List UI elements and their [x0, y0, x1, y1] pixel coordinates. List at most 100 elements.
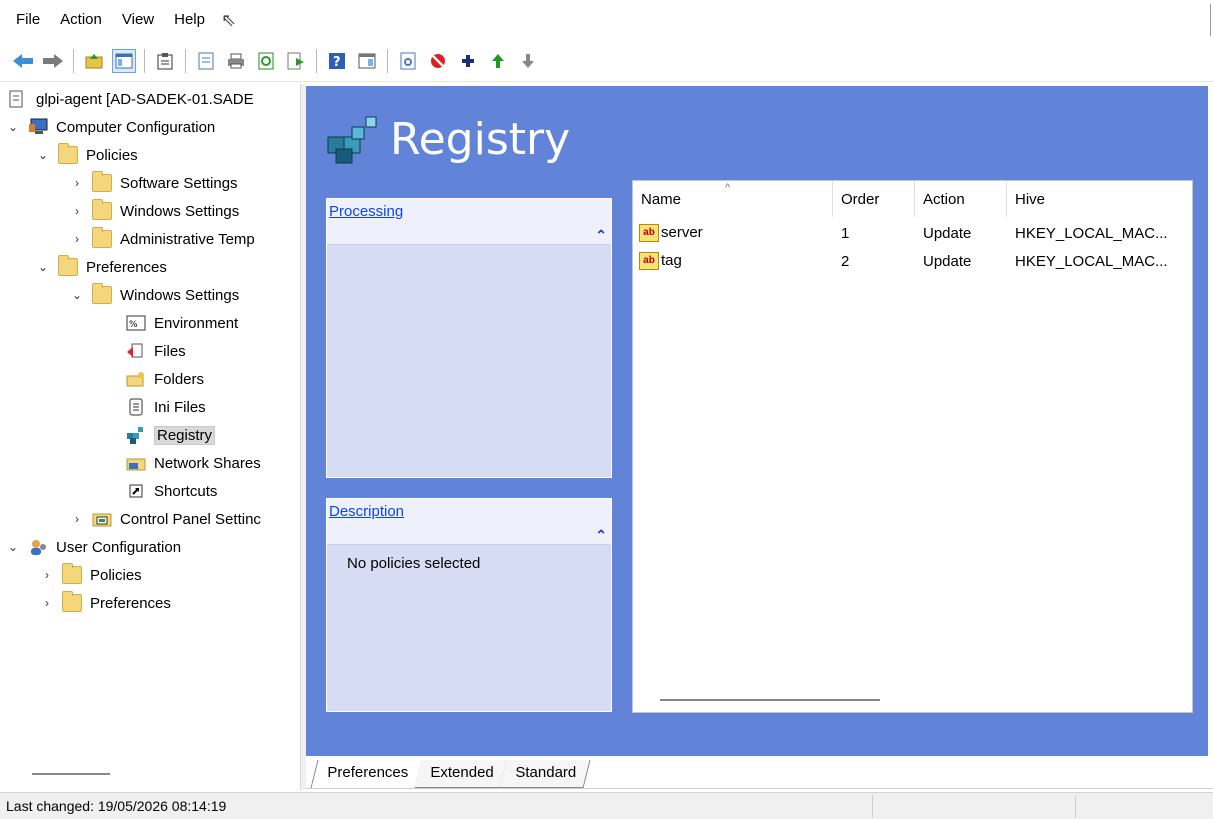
- control-panel-icon: [92, 510, 112, 528]
- folder-icon: [92, 227, 112, 248]
- tree-item-pref-windows-settings[interactable]: ⌄ Windows Settings: [70, 282, 239, 308]
- column-header-order[interactable]: Order: [833, 181, 915, 217]
- menu-view[interactable]: View: [112, 0, 164, 40]
- folder-icon: [92, 283, 112, 304]
- column-header-action[interactable]: Action: [915, 181, 1007, 217]
- tree-item-policies[interactable]: ⌄ Policies: [36, 142, 138, 168]
- chevron-up-icon[interactable]: ⌃: [595, 527, 607, 544]
- refresh-icon[interactable]: [254, 49, 278, 73]
- menu-help[interactable]: Help: [164, 0, 215, 40]
- up-folder-icon[interactable]: [82, 49, 106, 73]
- registry-string-icon: ab: [639, 252, 659, 271]
- toolbar-separator: [144, 48, 145, 73]
- tree-label: Preferences: [86, 258, 167, 276]
- tab-preferences[interactable]: Preferences: [310, 760, 423, 788]
- export-list-icon[interactable]: [284, 49, 308, 73]
- description-header: Description ⌃: [327, 499, 611, 545]
- tree-label: Files: [154, 342, 186, 360]
- tree-item-environment[interactable]: % Environment: [126, 310, 238, 336]
- chevron-down-icon[interactable]: ⌄: [70, 288, 84, 302]
- tree-horizontal-scrollbar[interactable]: [32, 773, 110, 775]
- tab-standard[interactable]: Standard: [499, 760, 591, 788]
- tree-item-user-preferences[interactable]: › Preferences: [40, 590, 171, 616]
- tree-item-network-shares[interactable]: Network Shares: [126, 450, 261, 476]
- chevron-up-icon[interactable]: ⌃: [595, 227, 607, 244]
- tree-item-ini-files[interactable]: Ini Files: [126, 394, 206, 420]
- tree-item-root[interactable]: glpi-agent [AD-SADEK-01.SADE: [8, 86, 254, 112]
- tree-item-administrative-templates[interactable]: › Administrative Temp: [70, 226, 255, 252]
- chevron-down-icon[interactable]: ⌄: [36, 148, 50, 162]
- chevron-right-icon[interactable]: ›: [40, 596, 54, 610]
- chevron-down-icon[interactable]: ⌄: [36, 260, 50, 274]
- registry-details-panel: Registry Processing ⌃ Description ⌃ No p…: [306, 86, 1208, 756]
- tree-item-files[interactable]: Files: [126, 338, 186, 364]
- files-icon: [126, 342, 146, 360]
- column-header-hive[interactable]: Hive: [1007, 181, 1192, 217]
- folder-icon: [62, 563, 82, 584]
- tree-item-control-panel-settings[interactable]: › Control Panel Settinc: [70, 506, 261, 532]
- properties-icon[interactable]: [194, 49, 218, 73]
- window-edge: [1210, 4, 1211, 36]
- chevron-right-icon[interactable]: ›: [40, 568, 54, 582]
- menu-file[interactable]: File: [6, 0, 50, 40]
- list-item[interactable]: ab tag 2 Update HKEY_LOCAL_MAC...: [633, 247, 1192, 275]
- console-tree-icon[interactable]: [355, 49, 379, 73]
- preview-icon[interactable]: [396, 49, 420, 73]
- tree-item-shortcuts[interactable]: Shortcuts: [126, 478, 217, 504]
- folder-icon: [58, 143, 78, 164]
- show-hide-tree-icon[interactable]: [112, 48, 136, 73]
- tab-extended[interactable]: Extended: [414, 760, 508, 788]
- item-order: 1: [841, 224, 850, 242]
- list-horizontal-scrollbar[interactable]: [660, 699, 880, 701]
- tree-label: Ini Files: [154, 398, 206, 416]
- stop-icon[interactable]: [426, 49, 450, 73]
- shortcut-icon: [126, 482, 146, 500]
- status-separator: [1075, 795, 1076, 818]
- chevron-right-icon[interactable]: ›: [70, 204, 84, 218]
- tree-item-windows-settings[interactable]: › Windows Settings: [70, 198, 239, 224]
- chevron-right-icon[interactable]: ›: [70, 176, 84, 190]
- menu-action[interactable]: Action: [50, 0, 112, 40]
- tree-item-software-settings[interactable]: › Software Settings: [70, 170, 238, 196]
- description-box: Description ⌃ No policies selected: [326, 498, 612, 712]
- menu-bar: File Action View Help ⇖: [0, 0, 1213, 40]
- back-icon[interactable]: [11, 49, 35, 73]
- folder-icon: [62, 591, 82, 612]
- move-down-icon[interactable]: [516, 49, 540, 73]
- description-link[interactable]: Description: [329, 503, 404, 520]
- tree-item-folders[interactable]: Folders: [126, 366, 204, 392]
- tree-item-registry[interactable]: Registry: [126, 422, 216, 448]
- chevron-down-icon[interactable]: ⌄: [6, 120, 20, 134]
- gpo-document-icon: [8, 90, 28, 108]
- print-icon[interactable]: [224, 49, 248, 73]
- list-item[interactable]: ab server 1 Update HKEY_LOCAL_MAC...: [633, 219, 1192, 247]
- network-share-icon: [126, 454, 146, 472]
- folders-icon: [126, 370, 146, 388]
- tree-label: User Configuration: [56, 538, 182, 556]
- chevron-down-icon[interactable]: ⌄: [6, 540, 20, 554]
- forward-icon[interactable]: [41, 49, 65, 73]
- page-title: Registry: [390, 114, 571, 165]
- tree-item-computer-configuration[interactable]: ⌄ Computer Configuration: [6, 114, 215, 140]
- tree-label: Environment: [154, 314, 239, 332]
- status-last-changed: Last changed: 19/05/2026 08:14:19: [6, 798, 227, 814]
- add-icon[interactable]: [456, 49, 480, 73]
- processing-link[interactable]: Processing: [329, 203, 403, 220]
- console-tree: glpi-agent [AD-SADEK-01.SADE ⌄ Computer …: [0, 84, 300, 764]
- help-icon[interactable]: ?: [325, 49, 349, 73]
- registry-icon: [126, 426, 146, 444]
- clipboard-icon[interactable]: [153, 49, 177, 73]
- column-header-name[interactable]: ^ Name: [633, 181, 833, 217]
- view-tabs: Preferences Extended Standard: [306, 760, 591, 790]
- tree-label: Computer Configuration: [56, 118, 216, 136]
- tree-label: Administrative Temp: [120, 230, 255, 248]
- tree-item-user-configuration[interactable]: ⌄ User Configuration: [6, 534, 181, 560]
- tree-item-user-policies[interactable]: › Policies: [40, 562, 142, 588]
- status-bar: Last changed: 19/05/2026 08:14:19: [0, 792, 1213, 819]
- item-name: server: [661, 223, 703, 241]
- registry-items-list: ^ Name Order Action Hive ab server 1 Upda…: [632, 180, 1193, 713]
- chevron-right-icon[interactable]: ›: [70, 512, 84, 526]
- chevron-right-icon[interactable]: ›: [70, 232, 84, 246]
- move-up-icon[interactable]: [486, 49, 510, 73]
- tree-item-preferences[interactable]: ⌄ Preferences: [36, 254, 167, 280]
